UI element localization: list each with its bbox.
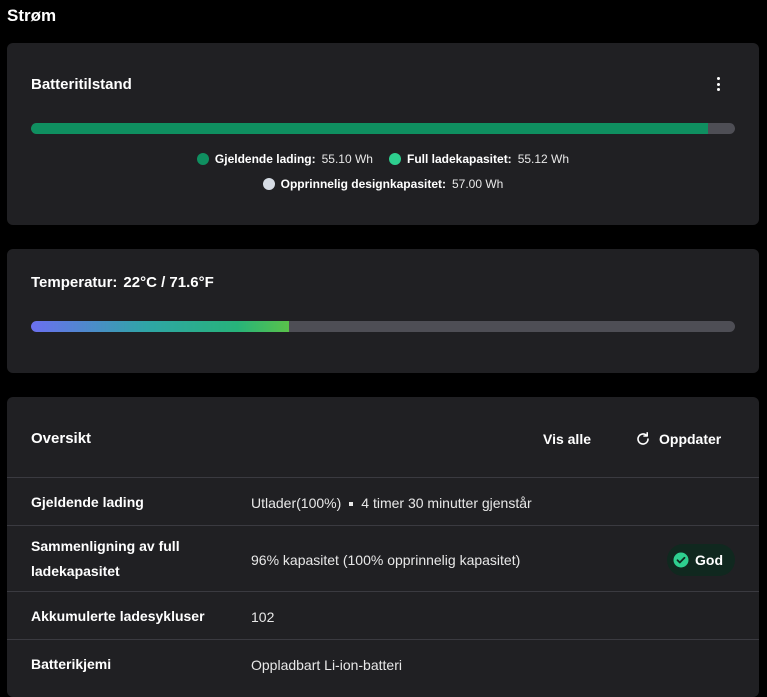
legend-dot-full-charge	[388, 153, 401, 165]
temperature-card: Temperatur: 22°C / 71.6°F	[7, 249, 759, 373]
legend-value: 55.12 Wh	[517, 152, 570, 166]
refresh-button[interactable]: Oppdater	[635, 431, 721, 447]
table-row: Batterikjemi Oppladbart Li-ion-batteri	[7, 639, 759, 687]
temperature-fill	[31, 321, 289, 332]
battery-capacity-bar	[31, 123, 735, 134]
overview-title: Oversikt	[31, 430, 92, 447]
overview-card: Oversikt Vis alle Oppdater Gjeldende lad…	[7, 397, 759, 697]
status-badge: God	[667, 544, 735, 576]
refresh-label: Oppdater	[659, 431, 722, 447]
temperature-bar	[31, 321, 735, 332]
row-value-capacity-comparison: 96% kapasitet (100% opprinnelig kapasite…	[251, 552, 521, 568]
battery-health-title: Batteritilstand	[31, 76, 132, 93]
row-label-capacity-comparison: Sammenligning av full ladekapasitet	[31, 538, 180, 579]
view-all-button[interactable]: Vis alle	[543, 431, 591, 447]
temperature-value: 22°C / 71.6°F	[123, 274, 214, 291]
table-row: Gjeldende lading Utlader(100%) 4 timer 30…	[7, 477, 759, 525]
refresh-icon	[637, 432, 649, 445]
row-value-current-charge: Utlader(100%) 4 timer 30 minutter gjenstå…	[251, 495, 532, 511]
row-label-charge-cycles: Akkumulerte ladesykluser	[31, 608, 205, 624]
battery-capacity-fill	[31, 123, 709, 134]
time-remaining: 4 timer 30 minutter gjenstår	[361, 495, 532, 511]
legend-label: Gjeldende lading:	[214, 152, 316, 166]
legend-design-capacity: Opprinnelig designkapasitet: 57.00 Wh	[262, 177, 504, 191]
more-options-icon[interactable]	[713, 77, 723, 91]
legend-value: 57.00 Wh	[451, 177, 504, 191]
row-label-battery-chemistry: Batterikjemi	[31, 656, 112, 672]
legend-dot-current-charge	[196, 153, 209, 165]
discharge-status: Utlader(100%)	[251, 495, 342, 511]
battery-health-card: Batteritilstand Gjeldende lading: 55.10 …	[7, 43, 759, 225]
check-circle-icon	[673, 552, 689, 568]
legend-current-charge: Gjeldende lading: 55.10 Wh	[196, 152, 373, 166]
row-value-battery-chemistry: Oppladbart Li-ion-batteri	[251, 657, 402, 673]
legend-value: 55.10 Wh	[321, 152, 373, 166]
table-row: Sammenligning av full ladekapasitet 96% …	[7, 525, 759, 591]
legend-label: Opprinnelig designkapasitet:	[280, 177, 446, 191]
legend-dot-design-capacity	[262, 178, 275, 190]
row-value-charge-cycles: 102	[251, 609, 275, 625]
view-all-label: Vis alle	[543, 431, 592, 447]
temperature-label: Temperatur:	[31, 274, 118, 291]
status-badge-label: God	[695, 552, 723, 568]
row-label-current-charge: Gjeldende lading	[31, 494, 144, 510]
table-row: Akkumulerte ladesykluser 102	[7, 591, 759, 639]
legend-full-charge-capacity: Full ladekapasitet: 55.12 Wh	[388, 152, 570, 166]
separator-dot	[349, 502, 354, 507]
page-title: Strøm	[7, 6, 57, 25]
temperature-title: Temperatur: 22°C / 71.6°F	[31, 274, 214, 291]
legend-label: Full ladekapasitet:	[406, 152, 512, 166]
